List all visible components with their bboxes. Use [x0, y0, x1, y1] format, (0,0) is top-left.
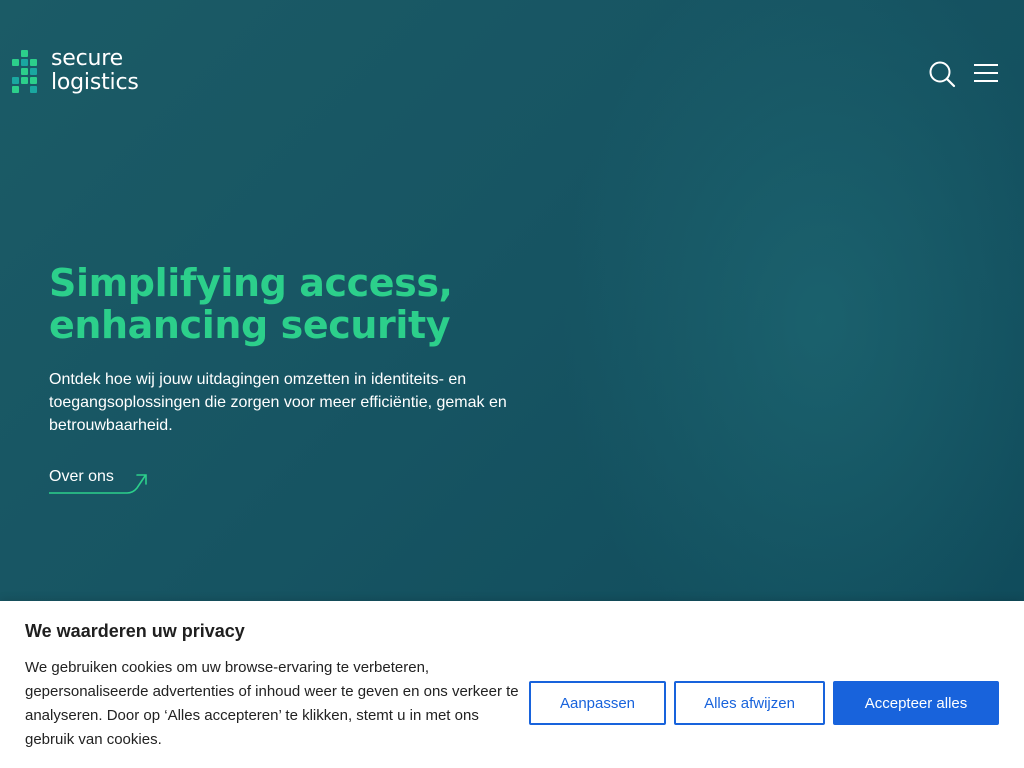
- site-logo[interactable]: secure logistics: [12, 47, 162, 100]
- cookie-description: We gebruiken cookies om uw browse-ervari…: [25, 659, 519, 748]
- hero-headline: Simplifying access, enhancing security: [49, 262, 569, 346]
- cookie-title: We waarderen uw privacy: [25, 621, 245, 641]
- logo-text: secure logistics: [51, 47, 139, 95]
- hero-lead-text: Ontdek hoe wij jouw uitdagingen omzetten…: [49, 371, 507, 434]
- reject-all-button[interactable]: Alles afwijzen: [674, 681, 825, 725]
- headline-line-1: Simplifying access,: [49, 261, 453, 305]
- arrow-up-right-icon: [49, 474, 147, 494]
- accept-all-button[interactable]: Accepteer alles: [833, 681, 999, 725]
- logo-line-2: logistics: [51, 70, 139, 95]
- search-button[interactable]: [928, 60, 956, 88]
- search-icon: [929, 61, 956, 88]
- about-us-link[interactable]: Over ons: [49, 466, 149, 496]
- cookie-banner: We waarderen uw privacy We gebruiken coo…: [0, 601, 1024, 768]
- logo-line-1: secure: [51, 46, 123, 71]
- customize-button[interactable]: Aanpassen: [529, 681, 666, 725]
- logo-mark-icon: [12, 50, 42, 98]
- menu-button[interactable]: [974, 62, 1000, 86]
- headline-line-2: enhancing security: [49, 303, 451, 347]
